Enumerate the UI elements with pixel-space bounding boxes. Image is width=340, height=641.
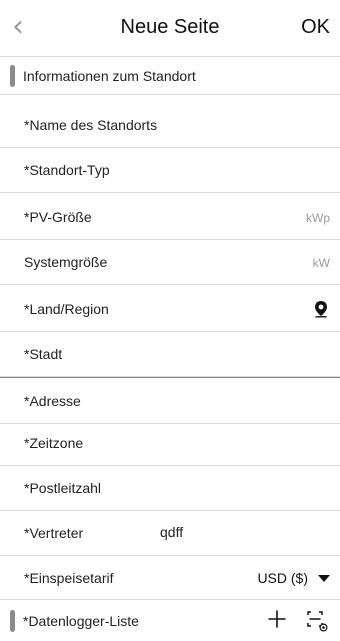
field-address[interactable]: *Adresse xyxy=(0,379,340,424)
field-label: *Postleitzahl xyxy=(24,480,102,496)
divider xyxy=(0,377,340,378)
field-time-zone[interactable]: *Zeitzone xyxy=(0,421,340,466)
field-city[interactable]: *Stadt xyxy=(0,332,340,377)
field-label: *Stadt xyxy=(24,346,63,362)
chevron-down-icon xyxy=(318,574,330,582)
ok-button[interactable]: OK xyxy=(301,14,330,40)
currency-select[interactable]: USD ($) xyxy=(257,570,330,586)
field-country-region[interactable]: *Land/Region xyxy=(0,287,340,332)
field-site-type[interactable]: *Standort-Typ xyxy=(0,148,340,193)
section-header-location-info: Informationen zum Standort xyxy=(0,57,340,95)
section-accent-bar xyxy=(10,609,15,632)
page-title: Neue Seite xyxy=(120,16,220,38)
field-value: qdff xyxy=(160,524,184,540)
field-label: *Name des Standorts xyxy=(24,117,158,133)
top-bar: ‹ Neue Seite OK xyxy=(0,0,340,57)
section-header-datalogger-list: *Datenlogger-Liste xyxy=(0,599,340,641)
unit-label: kWp xyxy=(306,211,330,225)
chevron-left-icon: ‹ xyxy=(12,9,24,44)
currency-value: USD ($) xyxy=(257,570,308,586)
location-pin-icon[interactable] xyxy=(312,299,330,319)
back-button[interactable]: ‹ xyxy=(12,8,40,48)
field-label: *Land/Region xyxy=(24,301,109,317)
new-site-screen: ‹ Neue Seite OK Informationen zum Stando… xyxy=(0,0,340,641)
section-accent-bar xyxy=(10,64,15,87)
plus-icon[interactable] xyxy=(266,608,288,630)
section-title: Informationen zum Standort xyxy=(23,67,196,84)
field-label: *Vertreter xyxy=(24,525,84,541)
field-label: *Standort-Typ xyxy=(24,162,110,178)
scan-icon[interactable] xyxy=(302,606,328,632)
field-label: *Adresse xyxy=(24,393,81,409)
unit-label: kW xyxy=(312,256,330,270)
section-title: *Datenlogger-Liste xyxy=(23,612,139,629)
field-label: Systemgröße xyxy=(24,254,108,270)
field-representative[interactable]: *Vertreter qdff xyxy=(0,511,340,556)
field-pv-size[interactable]: *PV-Größe kWp xyxy=(0,195,340,240)
field-postal-code[interactable]: *Postleitzahl xyxy=(0,466,340,511)
field-site-name[interactable]: *Name des Standorts xyxy=(0,103,340,148)
field-label: *PV-Größe xyxy=(24,209,92,225)
field-label: *Einspeisetarif xyxy=(24,570,114,586)
field-label: *Zeitzone xyxy=(24,435,84,451)
field-feed-in-tariff[interactable]: *Einspeisetarif USD ($) xyxy=(0,556,340,601)
field-system-size[interactable]: Systemgröße kW xyxy=(0,240,340,285)
